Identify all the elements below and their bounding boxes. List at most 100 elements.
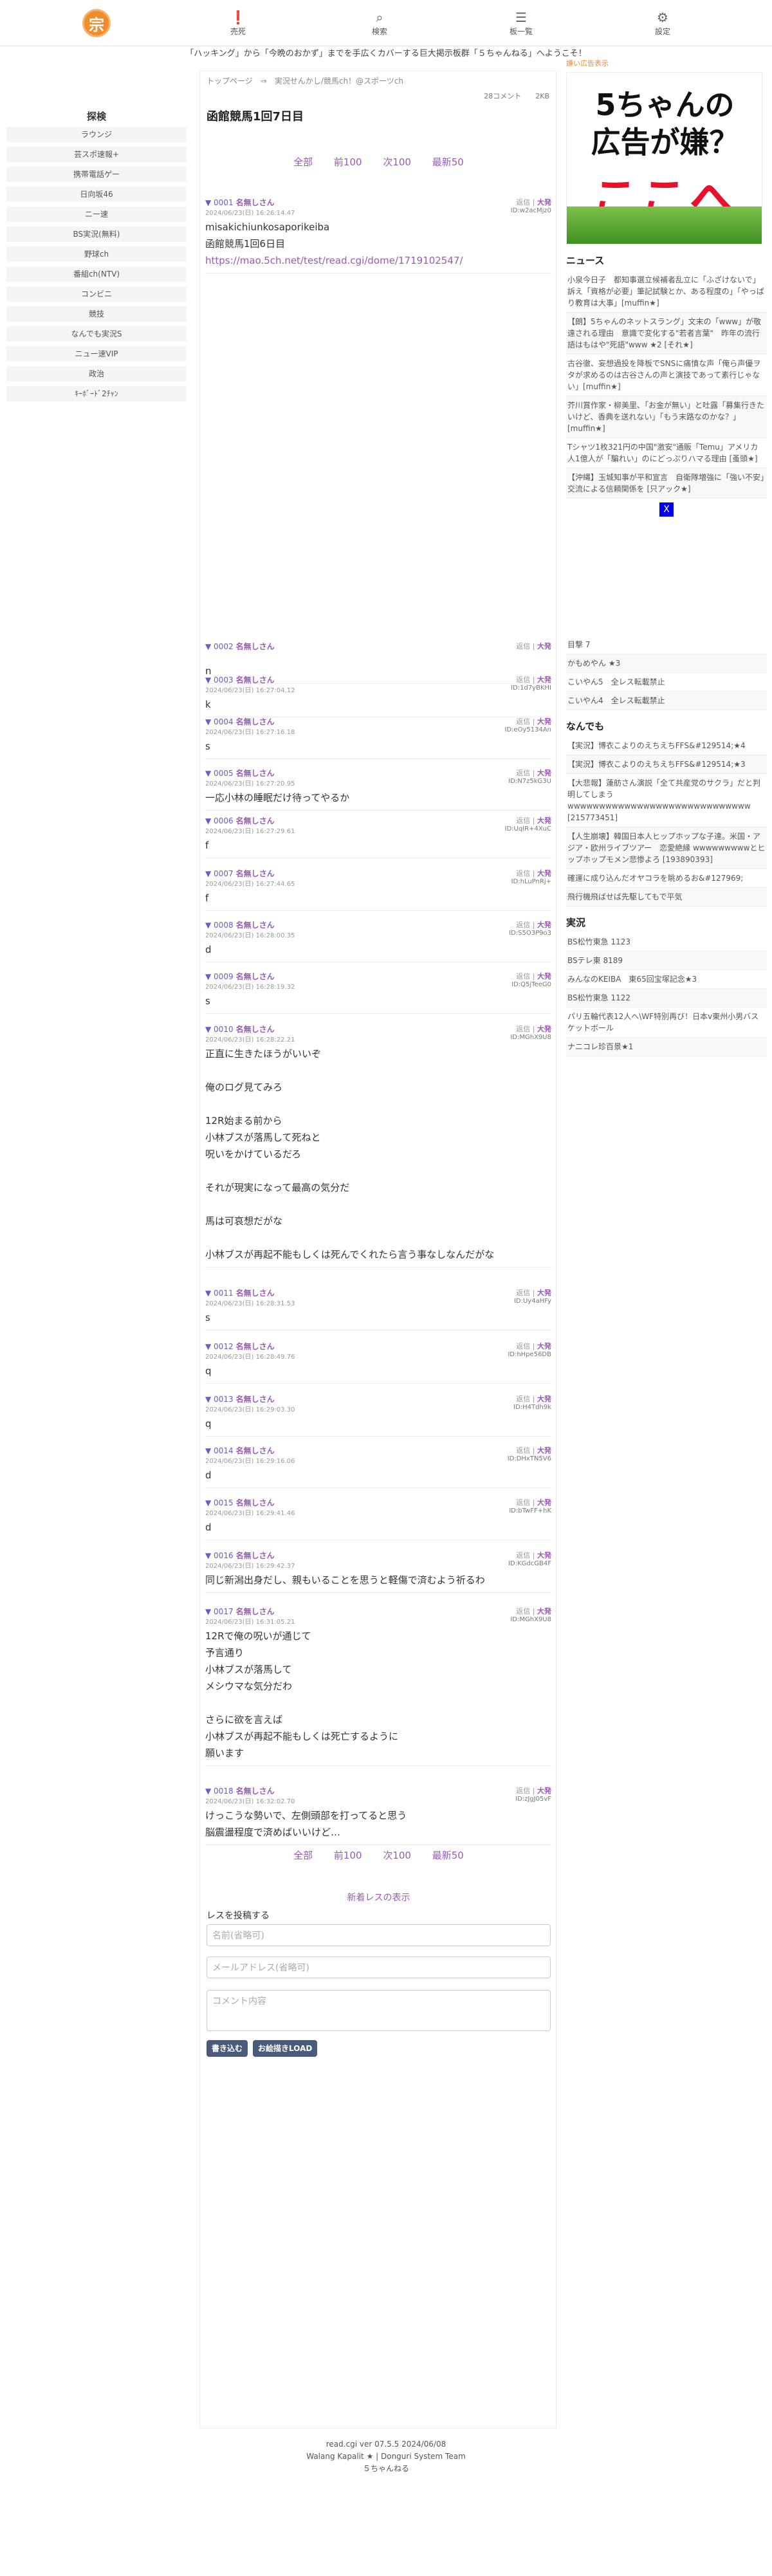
oekaki-load-button[interactable]: お絵描きLOAD	[253, 2040, 318, 2057]
ad-label[interactable]: 嫌い広告表示	[566, 58, 767, 68]
count-link[interactable]: 大発	[537, 1607, 551, 1615]
count-link[interactable]: 大発	[537, 1446, 551, 1455]
pager-all[interactable]: 全部	[293, 1850, 313, 1861]
poster-id[interactable]: ID:1d7yBKHI	[511, 685, 551, 692]
count-link[interactable]: 大発	[537, 1025, 551, 1033]
post-number[interactable]: ▼ 0005	[205, 769, 234, 778]
count-link[interactable]: 大発	[537, 1395, 551, 1403]
close-icon[interactable]: X	[659, 502, 674, 517]
poster-id[interactable]: ID:hHpe56DB	[508, 1351, 551, 1358]
post-link[interactable]: https://mao.5ch.net/test/read.cgi/dome/1…	[205, 255, 463, 266]
news-item[interactable]: 【朗】5ちゃんのネットスラング」文末の「www」が敬遠される理由 意識で変化する…	[566, 313, 767, 354]
count-link[interactable]: 大発	[537, 1551, 551, 1559]
reply-link[interactable]: 返信	[516, 642, 530, 650]
reply-link[interactable]: 返信	[516, 1289, 530, 1297]
jikkyo-item[interactable]: BS松竹東急 1122	[566, 989, 767, 1007]
poster-id[interactable]: ID:N7z5kG3U	[508, 778, 551, 785]
sidebar-category-item[interactable]: 野球ch	[6, 246, 187, 262]
reply-link[interactable]: 返信	[516, 869, 530, 878]
reply-link[interactable]: 返信	[516, 921, 530, 929]
jikkyo-item[interactable]: BS松竹東急 1123	[566, 933, 767, 952]
post-number[interactable]: ▼ 0008	[205, 921, 234, 930]
news-item[interactable]: 古谷徹、妄想過投を降板でSNSに痛憤な声「俺ら声優ヲタが求めるのは古谷さんの声と…	[566, 354, 767, 396]
sidebar-category-item[interactable]: 番組ch(NTV)	[6, 266, 187, 282]
show-new-replies[interactable]: 新着レスの表示	[200, 1891, 557, 1904]
nav-settings[interactable]: ⚙ 設定	[637, 9, 688, 37]
post-number[interactable]: ▼ 0016	[205, 1551, 234, 1560]
reply-link[interactable]: 返信	[516, 769, 530, 777]
pager-latest[interactable]: 最新50	[432, 156, 464, 168]
reply-link[interactable]: 返信	[516, 676, 530, 684]
reply-link[interactable]: 返信	[516, 1025, 530, 1033]
reply-link[interactable]: 返信	[516, 717, 530, 726]
thread-item[interactable]: 目撃 7	[566, 636, 767, 654]
reply-link[interactable]: 返信	[516, 1395, 530, 1403]
reply-link[interactable]: 返信	[516, 1342, 530, 1350]
post-number[interactable]: ▼ 0009	[205, 972, 234, 981]
thread-item[interactable]: こいやん4 全レス転載禁止	[566, 692, 767, 710]
nandemo-item[interactable]: 【人生崩壊】韓国日本人ヒップホップな子達。米国・アジア・欧州ライブツアー 恋愛絶…	[566, 827, 767, 869]
count-link[interactable]: 大発	[537, 921, 551, 929]
sidebar-category-item[interactable]: 政治	[6, 366, 187, 382]
sidebar-category-item[interactable]: 日向坂46	[6, 187, 187, 202]
post-number[interactable]: ▼ 0014	[205, 1446, 234, 1455]
count-link[interactable]: 大発	[537, 972, 551, 980]
nav-hot[interactable]: ❗ 売死	[212, 9, 264, 37]
site-logo[interactable]: 宗	[82, 9, 111, 37]
nav-boards[interactable]: ☰ 板一覧	[495, 9, 547, 37]
pager-next[interactable]: 次100	[383, 1850, 411, 1861]
reply-link[interactable]: 返信	[516, 972, 530, 980]
sidebar-category-item[interactable]: 携帯電話ゲー	[6, 167, 187, 182]
sidebar-category-item[interactable]: 芸スポ速報+	[6, 147, 187, 162]
reply-link[interactable]: 返信	[516, 1787, 530, 1795]
count-link[interactable]: 大発	[537, 1289, 551, 1297]
post-number[interactable]: ▼ 0004	[205, 717, 234, 726]
count-link[interactable]: 大発	[537, 1498, 551, 1507]
post-number[interactable]: ▼ 0006	[205, 816, 234, 825]
reply-link[interactable]: 返信	[516, 1551, 530, 1559]
sidebar-category-item[interactable]: 競技	[6, 306, 187, 322]
count-link[interactable]: 大発	[537, 1787, 551, 1795]
post-number[interactable]: ▼ 0003	[205, 676, 234, 685]
pager-prev[interactable]: 前100	[334, 1850, 362, 1861]
poster-id[interactable]: ID:Q5jTeeG0	[511, 981, 551, 988]
reply-link[interactable]: 返信	[516, 198, 530, 207]
name-field[interactable]: 名前(省略可)	[207, 1924, 551, 1946]
reply-link[interactable]: 返信	[516, 1607, 530, 1615]
sidebar-category-item[interactable]: ニー速	[6, 207, 187, 222]
poster-id[interactable]: ID:zJgJ05vF	[515, 1796, 551, 1803]
post-number[interactable]: ▼ 0012	[205, 1342, 234, 1351]
breadcrumb[interactable]: トップページ ⇒ 実況せんかし/競馬ch！@スポーツch	[200, 71, 556, 90]
sidebar-category-item[interactable]: ｷｰﾎﾞｰﾄﾞ2ﾁｬﾝ	[6, 386, 187, 401]
pager-prev[interactable]: 前100	[334, 156, 362, 168]
poster-id[interactable]: ID:w2acMjz0	[511, 207, 551, 214]
jikkyo-item[interactable]: BSテレ東 8189	[566, 952, 767, 970]
poster-id[interactable]: ID:MGhX9U8	[510, 1034, 551, 1041]
news-item[interactable]: Tシャツ1枚321円の中国"激安"通販「Temu」アメリカ人1億人が「騙れい」の…	[566, 438, 767, 468]
ad-banner[interactable]: 5ちゃんの 広告が嫌？ ここへ	[566, 72, 762, 244]
poster-id[interactable]: ID:KGdcGB4F	[508, 1560, 551, 1567]
poster-id[interactable]: ID:hLuPnRj+	[511, 878, 551, 885]
comment-field[interactable]: コメント内容	[207, 1990, 551, 2031]
post-number[interactable]: ▼ 0018	[205, 1787, 234, 1796]
jikkyo-item[interactable]: みんなのKEIBA 東65回宝塚記念★3	[566, 970, 767, 989]
sidebar-category-item[interactable]: なんでも実況S	[6, 326, 187, 342]
nav-search[interactable]: ⌕ 検索	[354, 9, 405, 37]
post-number[interactable]: ▼ 0013	[205, 1395, 234, 1404]
email-field[interactable]: メールアドレス(省略可)	[207, 1956, 551, 1978]
poster-id[interactable]: ID:MGhX9U8	[510, 1616, 551, 1623]
poster-id[interactable]: ID:S5O3P9o3	[509, 930, 551, 937]
jikkyo-item[interactable]: パリ五輪代表12人へ\WF特別再び！日本v東州小男バスケットボール	[566, 1007, 767, 1038]
nandemo-item[interactable]: 【実況】博衣こよりのえちえちFFS&#129514;★3	[566, 755, 767, 774]
poster-id[interactable]: ID:DHxTN5V6	[508, 1455, 551, 1462]
nandemo-item[interactable]: 確運に成り込んだオヤコラを眺めるお&#127969;	[566, 869, 767, 888]
poster-id[interactable]: ID:H4Tdh9k	[513, 1404, 551, 1411]
count-link[interactable]: 大発	[537, 1342, 551, 1350]
count-link[interactable]: 大発	[537, 816, 551, 825]
post-number[interactable]: ▼ 0002	[205, 642, 234, 651]
poster-id[interactable]: ID:Uy4aHFy	[514, 1298, 551, 1305]
count-link[interactable]: 大発	[537, 869, 551, 878]
count-link[interactable]: 大発	[537, 717, 551, 726]
poster-id[interactable]: ID:eOy5134An	[504, 726, 551, 733]
pager-latest[interactable]: 最新50	[432, 1850, 464, 1861]
